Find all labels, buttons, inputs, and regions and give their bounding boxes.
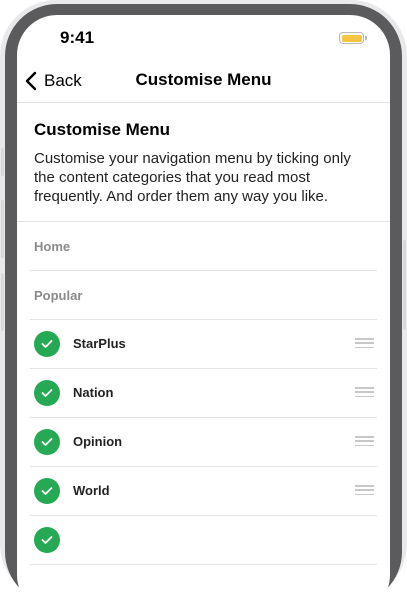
battery-cap bbox=[365, 36, 367, 40]
device-side-button bbox=[1, 273, 4, 331]
intro-section: Customise Menu Customise your navigation… bbox=[34, 120, 374, 206]
battery-level bbox=[341, 34, 362, 42]
menu-item-label: Nation bbox=[73, 385, 114, 400]
back-label: Back bbox=[44, 71, 82, 90]
chevron-left-icon bbox=[25, 71, 41, 91]
drag-handle-icon[interactable] bbox=[355, 338, 374, 348]
intro-text: Customise your navigation menu by tickin… bbox=[34, 150, 351, 205]
drag-handle-icon[interactable] bbox=[355, 436, 374, 446]
menu-item-opinion[interactable]: Opinion bbox=[30, 418, 377, 467]
menu-item-starplus[interactable]: StarPlus bbox=[30, 320, 377, 369]
drag-handle-icon[interactable] bbox=[355, 387, 374, 397]
phone-screen: 9:41 Customise Menu Back Customise Menu … bbox=[17, 15, 390, 615]
menu-item-label: Home bbox=[34, 239, 71, 254]
menu-item-label: World bbox=[73, 483, 110, 498]
battery-icon bbox=[339, 32, 364, 44]
menu-item-nation[interactable]: Nation bbox=[30, 369, 377, 418]
intro-title: Customise Menu bbox=[34, 120, 171, 139]
menu-item-world[interactable]: World bbox=[30, 467, 377, 516]
menu-item-label: StarPlus bbox=[73, 336, 126, 351]
drag-handle-icon[interactable] bbox=[355, 485, 374, 495]
status-bar: 9:41 bbox=[17, 15, 390, 65]
device-side-button bbox=[403, 240, 406, 330]
status-time: 9:41 bbox=[60, 28, 95, 47]
device-side-button bbox=[1, 148, 4, 176]
checkmark-icon[interactable] bbox=[34, 527, 60, 553]
back-button[interactable]: Back bbox=[25, 68, 82, 94]
menu-item-label: Popular bbox=[34, 288, 83, 303]
navigation-bar: Customise Menu Back bbox=[17, 65, 390, 103]
menu-item-partial[interactable] bbox=[30, 516, 377, 565]
checkmark-icon[interactable] bbox=[34, 478, 60, 504]
device-side-button bbox=[1, 200, 4, 258]
menu-list: Home Popular StarPlus Nation Opinion Wor… bbox=[17, 222, 390, 565]
menu-item-home: Home bbox=[30, 222, 377, 271]
menu-item-popular: Popular bbox=[30, 271, 377, 320]
checkmark-icon[interactable] bbox=[34, 429, 60, 455]
checkmark-icon[interactable] bbox=[34, 380, 60, 406]
checkmark-icon[interactable] bbox=[34, 331, 60, 357]
menu-item-label: Opinion bbox=[73, 434, 123, 449]
